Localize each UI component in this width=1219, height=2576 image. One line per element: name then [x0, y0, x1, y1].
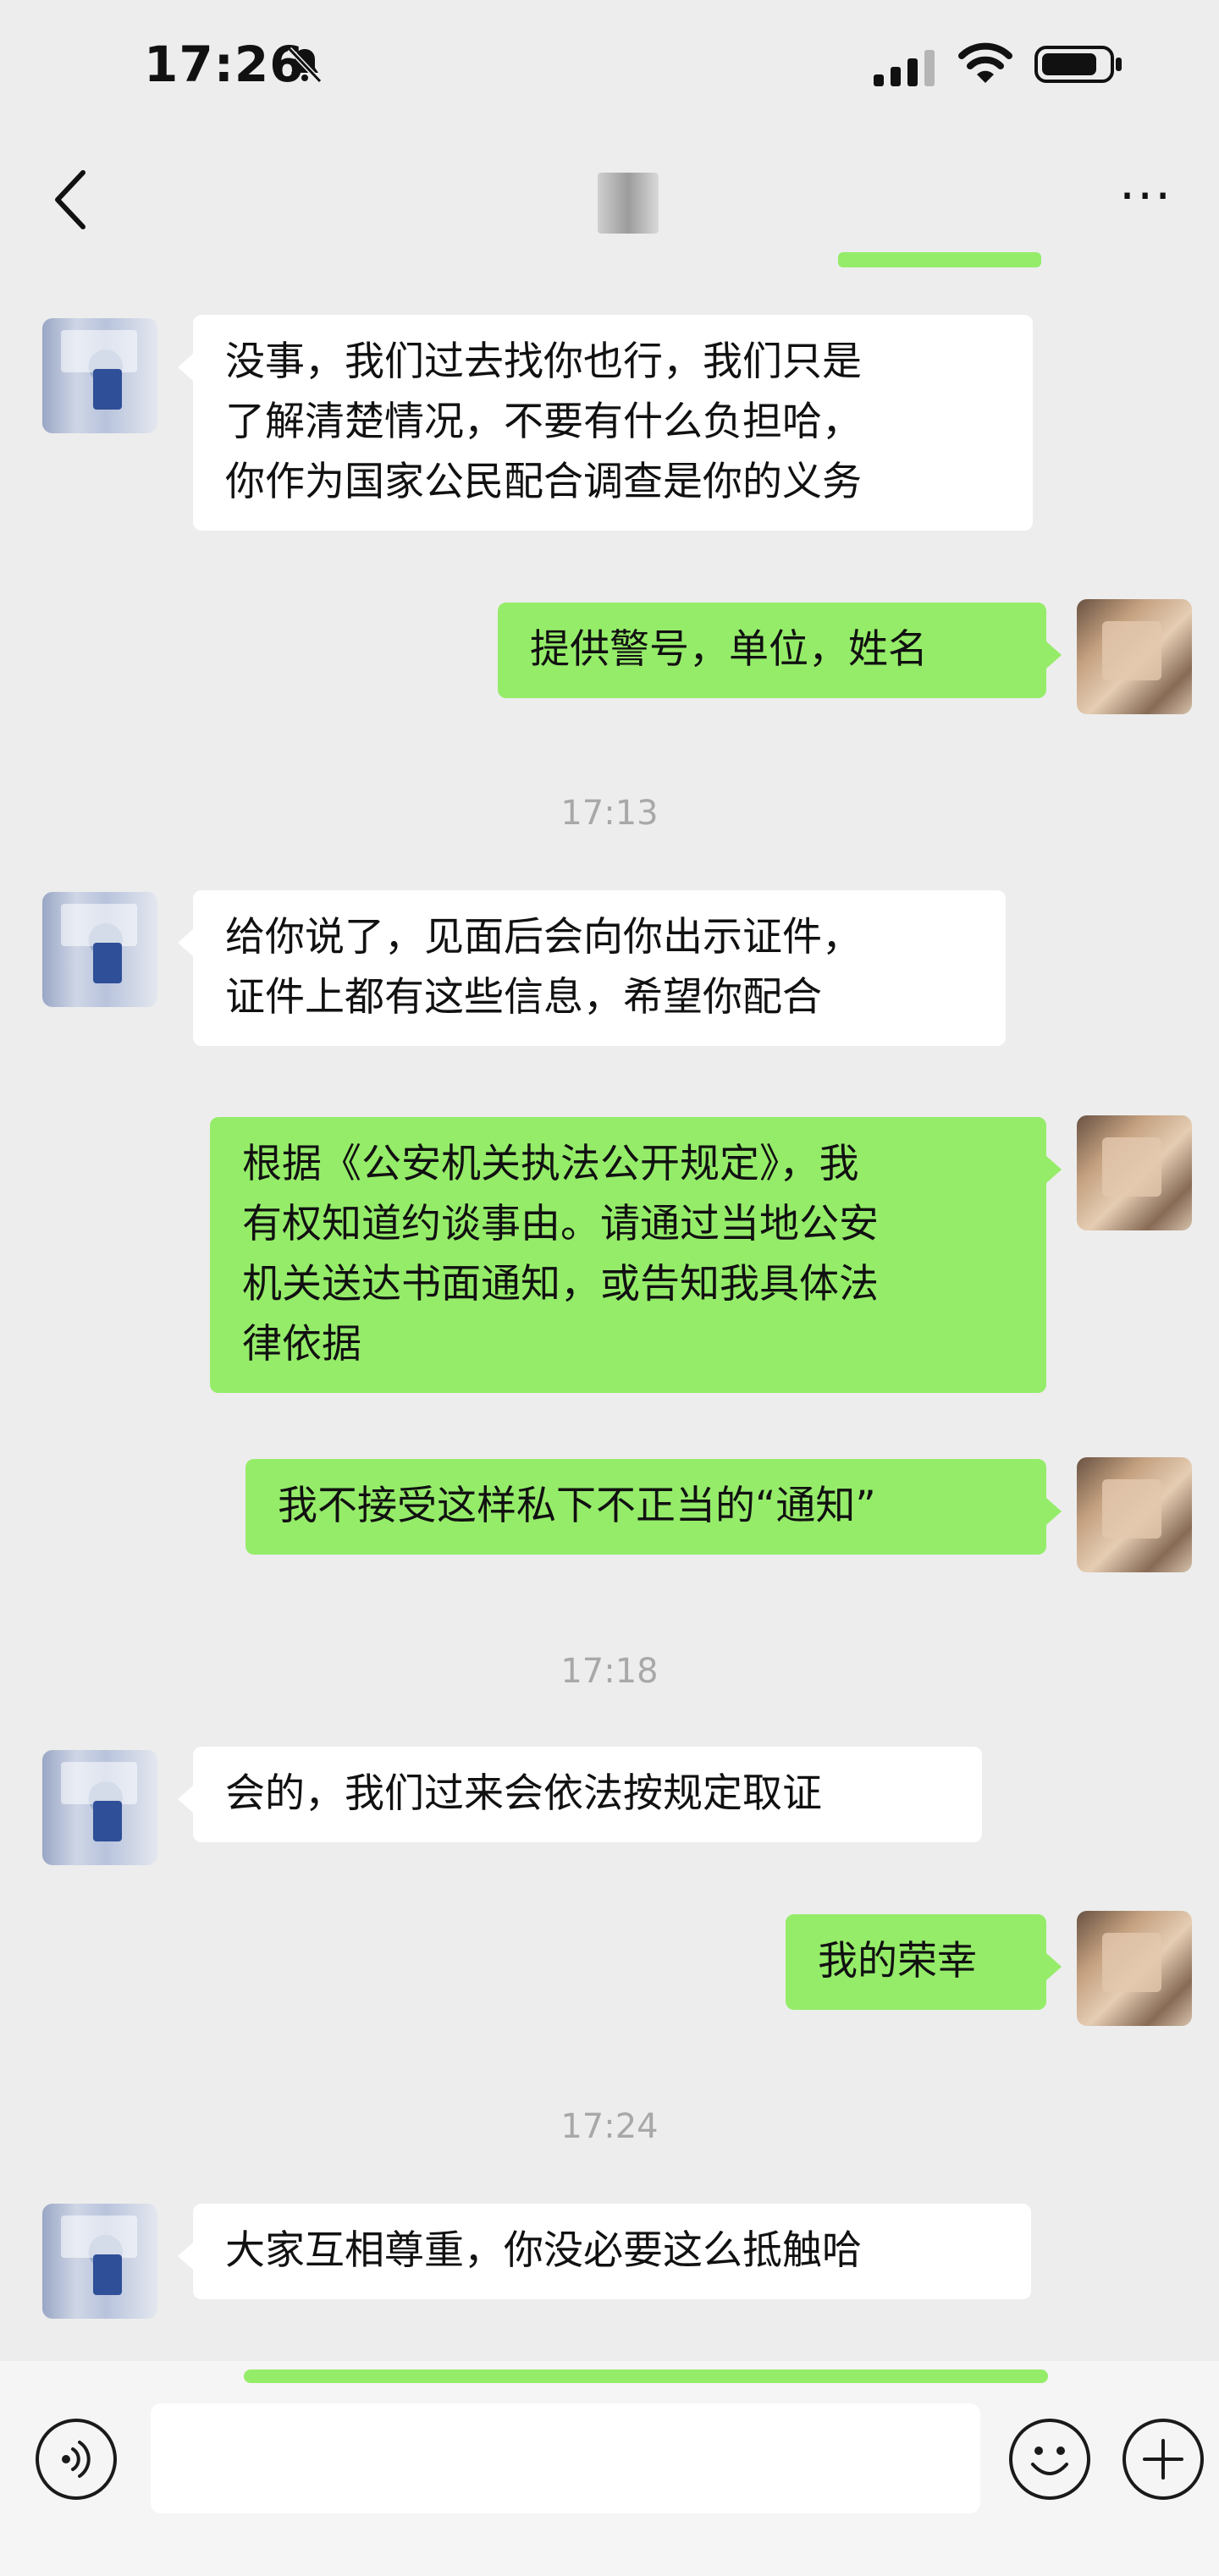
message-line: 了解清楚情况，不要有什么负担哈， — [225, 399, 862, 445]
my-avatar[interactable] — [1077, 1115, 1192, 1230]
my-avatar[interactable] — [1077, 1457, 1192, 1572]
message-line: 提供警号，单位，姓名 — [530, 626, 928, 673]
signal-icon — [874, 50, 935, 86]
incoming-avatar[interactable] — [42, 2204, 157, 2319]
message-line: 大家互相尊重，你没必要这么抵触哈 — [225, 2227, 862, 2274]
timestamp: 17:24 — [560, 2107, 659, 2146]
outgoing-message[interactable]: 提供警号，单位，姓名 — [498, 603, 1062, 698]
message-line: 律依据 — [242, 1321, 361, 1368]
incoming-message[interactable]: 会的，我们过来会依法按规定取证 — [178, 1747, 982, 1842]
message-line: 有权知道约谈事由。请通过当地公安 — [242, 1201, 879, 1247]
incoming-message[interactable]: 大家互相尊重，你没必要这么抵触哈 — [178, 2204, 1031, 2299]
contact-avatar — [598, 173, 659, 234]
message-line: 机关送达书面通知，或告知我具体法 — [242, 1261, 879, 1307]
status-time: 17:26 — [144, 36, 305, 93]
incoming-avatar[interactable] — [42, 1750, 157, 1865]
message-line: 证件上都有这些信息，希望你配合 — [225, 974, 822, 1021]
outgoing-message[interactable]: 根据《公安机关执法公开规定》，我 有权知道约谈事由。请通过当地公安 机关送达书面… — [210, 1117, 1062, 1393]
incoming-avatar[interactable] — [42, 318, 157, 433]
partial-outgoing-bubble — [838, 252, 1041, 267]
bell-muted-icon — [287, 47, 323, 84]
incoming-avatar[interactable] — [42, 892, 157, 1007]
message-line: 会的，我们过来会依法按规定取证 — [225, 1770, 822, 1817]
outgoing-message[interactable]: 我不接受这样私下不正当的“通知” — [245, 1459, 1062, 1555]
my-avatar[interactable] — [1077, 1911, 1192, 2026]
my-avatar[interactable] — [1077, 599, 1192, 714]
voice-icon[interactable] — [36, 2419, 117, 2500]
incoming-message[interactable]: 没事，我们过去找你也行，我们只是 了解清楚情况，不要有什么负担哈， 你作为国家公… — [178, 315, 1033, 531]
partial-outgoing-bubble — [244, 2370, 1048, 2383]
message-line: 给你说了，见面后会向你出示证件， — [225, 914, 862, 960]
emoji-icon[interactable] — [1009, 2419, 1090, 2500]
outgoing-message[interactable]: 我的荣幸 — [786, 1914, 1062, 2010]
timestamp: 17:18 — [560, 1652, 659, 1691]
message-line: 根据《公安机关执法公开规定》，我 — [242, 1141, 859, 1187]
message-line: 我的荣幸 — [818, 1938, 977, 1984]
message-line: 你作为国家公民配合调查是你的义务 — [225, 459, 862, 505]
plus-icon[interactable] — [1122, 2419, 1204, 2500]
message-line: 我不接受这样私下不正当的“通知” — [278, 1483, 876, 1529]
message-input[interactable] — [151, 2403, 980, 2513]
back-icon[interactable] — [49, 166, 91, 234]
more-icon[interactable]: ··· — [1119, 171, 1172, 222]
battery-icon — [1034, 46, 1122, 83]
timestamp: 17:13 — [560, 794, 659, 833]
message-line: 没事，我们过去找你也行，我们只是 — [225, 339, 862, 385]
incoming-message[interactable]: 给你说了，见面后会向你出示证件， 证件上都有这些信息，希望你配合 — [178, 890, 1006, 1046]
wifi-icon — [958, 42, 1012, 83]
